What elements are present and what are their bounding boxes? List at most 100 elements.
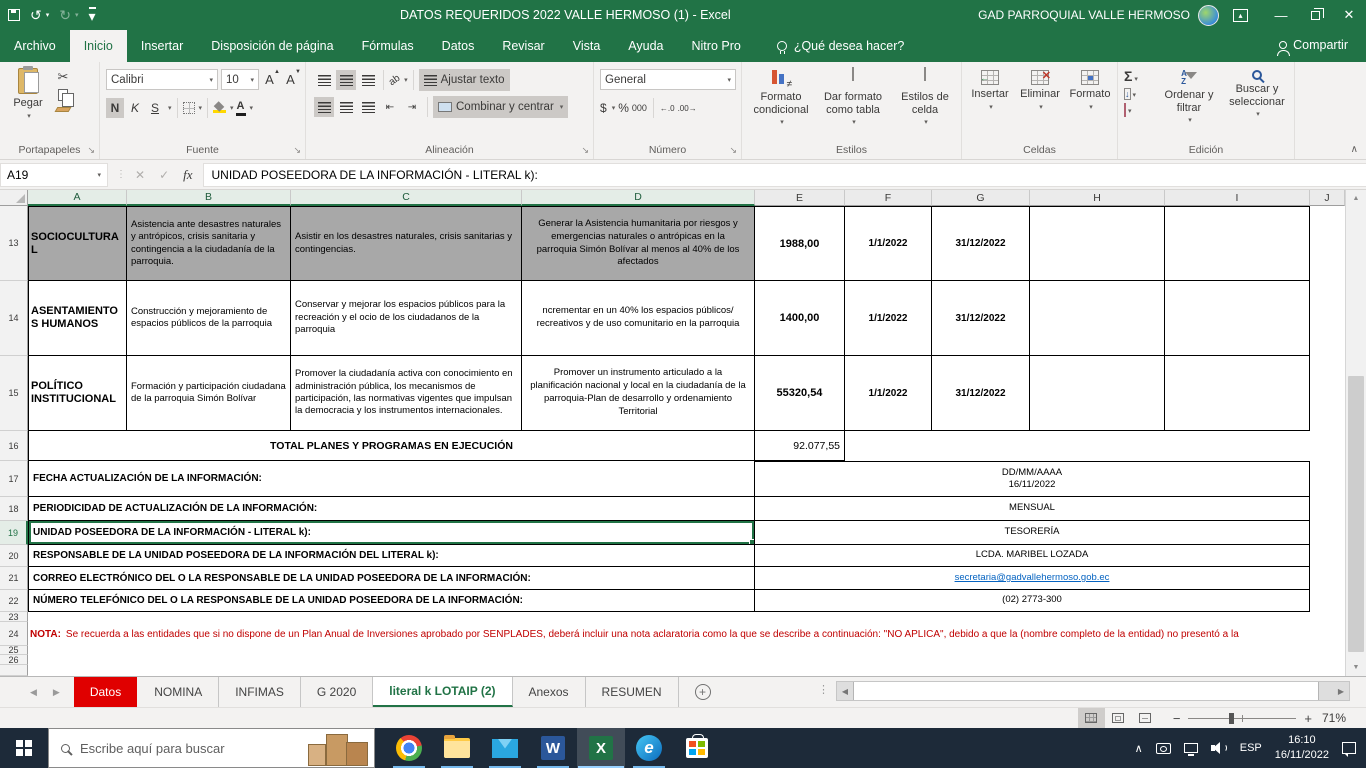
cell-G15[interactable]: 31/12/2022: [932, 356, 1030, 431]
row-header-19[interactable]: 19: [0, 521, 28, 545]
avatar[interactable]: [1198, 5, 1219, 26]
cell-C14[interactable]: Conservar y mejorar los espacios público…: [291, 281, 522, 356]
cancel-entry-icon[interactable]: ✕: [135, 168, 145, 182]
zoom-in-icon[interactable]: +: [1304, 711, 1312, 726]
restore-button[interactable]: [1298, 0, 1332, 30]
cell-I14[interactable]: [1165, 281, 1310, 356]
new-sheet-button[interactable]: +: [695, 677, 711, 707]
normal-view-button[interactable]: [1078, 708, 1105, 729]
fill-color-icon[interactable]: [213, 104, 226, 113]
cell-A18[interactable]: PERIODICIDAD DE ACTUALIZACIÓN DE LA INFO…: [28, 497, 755, 521]
cell-E19[interactable]: TESORERÍA: [755, 521, 1310, 545]
cell-E17[interactable]: DD/MM/AAAA 16/11/2022: [755, 461, 1310, 497]
cell-E15[interactable]: 55320,54: [755, 356, 845, 431]
col-header-H[interactable]: H: [1030, 190, 1165, 206]
currency-format-button[interactable]: $: [600, 101, 607, 115]
row-header-14[interactable]: 14: [0, 281, 28, 356]
tab-revisar[interactable]: Revisar: [488, 30, 558, 62]
select-all-corner[interactable]: [0, 190, 28, 206]
font-name-select[interactable]: Calibri▾: [106, 69, 218, 90]
vertical-scrollbar[interactable]: ▲ ▼: [1345, 190, 1366, 676]
merge-dropdown-icon[interactable]: ▾: [560, 103, 564, 111]
taskbar-search[interactable]: Escribe aquí para buscar: [48, 728, 375, 768]
cell-E16-total-value[interactable]: 92.077,55: [755, 431, 845, 461]
taskbar-word[interactable]: W: [529, 728, 577, 768]
language-indicator[interactable]: ESP: [1240, 742, 1262, 754]
cut-icon[interactable]: ✂: [58, 70, 69, 83]
tab-archivo[interactable]: Archivo: [0, 30, 70, 62]
cell-A17[interactable]: FECHA ACTUALIZACIÓN DE LA INFORMACIÓN:: [28, 461, 755, 497]
cell-G14[interactable]: 31/12/2022: [932, 281, 1030, 356]
search-highlight-image[interactable]: [300, 730, 372, 766]
delete-cells-button[interactable]: Eliminar▾: [1016, 70, 1064, 140]
save-icon[interactable]: [8, 9, 20, 21]
zoom-slider-thumb[interactable]: [1229, 713, 1234, 724]
decrease-decimal-icon[interactable]: .00→: [678, 104, 697, 113]
cell-D15[interactable]: Promover un instrumento articulado a la …: [522, 356, 755, 431]
borders-icon[interactable]: [183, 102, 195, 114]
row-header-13[interactable]: 13: [0, 206, 28, 281]
page-layout-view-button[interactable]: [1105, 708, 1132, 729]
tab-disposicion[interactable]: Disposición de página: [197, 30, 347, 62]
tab-datos[interactable]: Datos: [428, 30, 489, 62]
cell-A16-total-label[interactable]: TOTAL PLANES Y PROGRAMAS EN EJECUCIÓN: [28, 431, 755, 461]
account-name[interactable]: GAD PARROQUIAL VALLE HERMOSO: [978, 8, 1190, 22]
cell-G13[interactable]: 31/12/2022: [932, 206, 1030, 281]
cell-E18[interactable]: MENSUAL: [755, 497, 1310, 521]
row-header-23[interactable]: 23: [0, 612, 28, 622]
page-break-view-button[interactable]: [1132, 708, 1159, 729]
italic-button[interactable]: K: [126, 98, 144, 118]
taskbar-file-explorer[interactable]: [433, 728, 481, 768]
clear-button[interactable]: ▾: [1124, 104, 1132, 116]
cell-I15[interactable]: [1165, 356, 1310, 431]
row-header-16[interactable]: 16: [0, 431, 28, 461]
fill-button[interactable]: ↓▾: [1124, 88, 1136, 100]
row-header-17[interactable]: 17: [0, 461, 28, 497]
scroll-down-icon[interactable]: ▼: [1346, 659, 1366, 676]
col-header-F[interactable]: F: [845, 190, 932, 206]
cell-A13[interactable]: SOCIOCULTURAL: [28, 206, 127, 281]
cell-F14[interactable]: 1/1/2022: [845, 281, 932, 356]
cell-A14[interactable]: ASENTAMIENTOS HUMANOS: [28, 281, 127, 356]
align-right-icon[interactable]: [358, 97, 378, 117]
network-icon[interactable]: [1184, 743, 1198, 753]
number-format-select[interactable]: General▾: [600, 69, 736, 90]
row-header-26[interactable]: 26: [0, 655, 28, 665]
tab-nitro-pro[interactable]: Nitro Pro: [678, 30, 755, 62]
taskbar-store[interactable]: [673, 728, 721, 768]
cell-I13[interactable]: [1165, 206, 1310, 281]
underline-button[interactable]: S: [146, 98, 164, 118]
row-header-20[interactable]: 20: [0, 545, 28, 567]
undo-icon[interactable]: ↺: [30, 8, 42, 22]
cell-A15[interactable]: POLÍTICO INSTITUCIONAL: [28, 356, 127, 431]
cell-A22[interactable]: NÚMERO TELEFÓNICO DEL O LA RESPONSABLE D…: [28, 590, 755, 612]
increase-font-icon[interactable]: A▲: [262, 70, 280, 90]
font-size-select[interactable]: 10▾: [221, 69, 259, 90]
ribbon-display-options-icon[interactable]: ▴: [1233, 9, 1248, 22]
orientation-icon[interactable]: ab: [387, 72, 402, 87]
underline-dropdown-icon[interactable]: ▾: [168, 104, 172, 112]
tab-formulas[interactable]: Fórmulas: [348, 30, 428, 62]
percent-format-button[interactable]: %: [618, 101, 629, 115]
minimize-button[interactable]: —: [1264, 0, 1298, 30]
confirm-entry-icon[interactable]: ✓: [159, 168, 169, 182]
sheetbar-resize-dots[interactable]: ⋮: [818, 683, 829, 696]
vertical-scroll-thumb[interactable]: [1348, 376, 1364, 652]
zoom-level[interactable]: 71%: [1322, 711, 1352, 725]
scroll-left-icon[interactable]: ◀: [837, 682, 853, 700]
sort-filter-button[interactable]: AZ Ordenar y filtrar▾: [1158, 70, 1220, 125]
font-color-icon[interactable]: A: [236, 100, 246, 115]
align-center-icon[interactable]: [336, 97, 356, 117]
row-header-18[interactable]: 18: [0, 497, 28, 521]
cell-C13[interactable]: Asistir en los desastres naturales, cris…: [291, 206, 522, 281]
col-header-I[interactable]: I: [1165, 190, 1310, 206]
taskbar-chrome[interactable]: [385, 728, 433, 768]
col-header-E[interactable]: E: [755, 190, 845, 206]
cell-E22[interactable]: (02) 2773-300: [755, 590, 1310, 612]
taskbar-excel-active[interactable]: X: [577, 728, 625, 768]
alineacion-dialog-launcher[interactable]: ↘: [581, 146, 589, 155]
comma-format-button[interactable]: 000: [632, 103, 647, 113]
cell-E20[interactable]: LCDA. MARIBEL LOZADA: [755, 545, 1310, 567]
col-header-G[interactable]: G: [932, 190, 1030, 206]
sheet-tab-infimas[interactable]: INFIMAS: [219, 677, 301, 707]
